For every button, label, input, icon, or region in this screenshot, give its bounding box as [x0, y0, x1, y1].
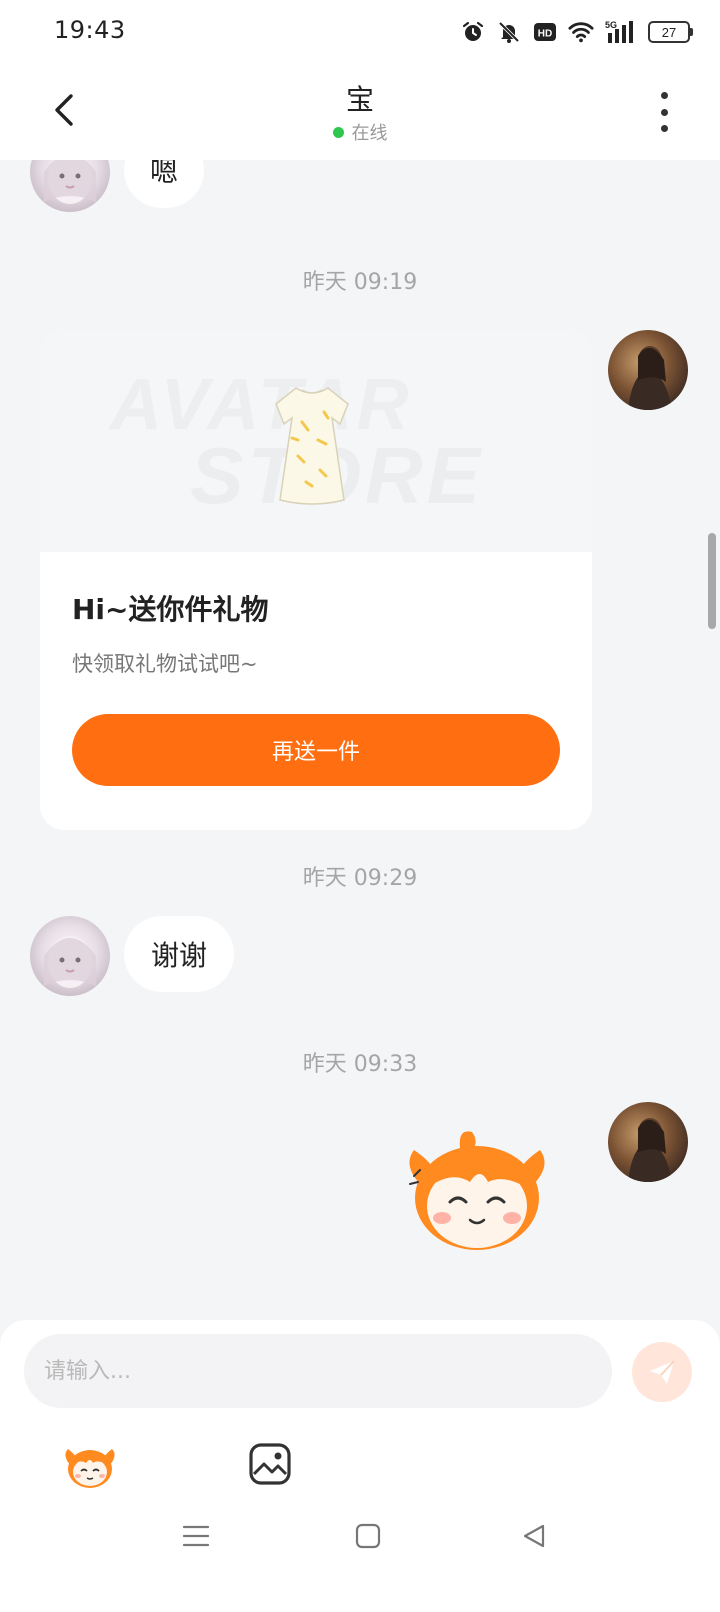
gift-subtitle: 快领取礼物试试吧~	[72, 652, 258, 676]
gift-card[interactable]: AVATAR STORE Hi~送你件礼物 快领取礼物试试吧~ 再送一件	[40, 330, 592, 830]
mascot-smile-sticker[interactable]	[392, 1126, 562, 1256]
image-icon	[249, 1443, 291, 1485]
message-text: 谢谢	[150, 939, 207, 972]
battery-level: 27	[661, 24, 677, 40]
online-status-label: 在线	[351, 123, 388, 144]
more-dot-icon	[660, 92, 668, 99]
status-time: 19:43	[54, 16, 126, 44]
menu-icon	[182, 1525, 210, 1547]
dress-icon	[275, 387, 349, 505]
message-timestamp: 昨天 09:19	[302, 270, 418, 295]
send-another-gift-button[interactable]: 再送一件	[72, 714, 560, 786]
online-status: 在线	[0, 119, 720, 145]
emoji-button[interactable]	[60, 1438, 120, 1494]
message-timestamp: 昨天 09:33	[302, 1052, 418, 1077]
more-dot-icon	[660, 108, 668, 116]
back-nav-button[interactable]	[514, 1516, 554, 1556]
self-avatar[interactable]	[608, 330, 688, 410]
mute-bell-icon	[496, 19, 522, 45]
input-panel	[0, 1320, 720, 1612]
mascot-emoji-icon	[65, 1449, 115, 1488]
svg-text:5G: 5G	[605, 20, 617, 30]
back-triangle-icon	[523, 1524, 545, 1548]
status-bar: 19:43 HD 5G 27	[0, 0, 720, 64]
more-dot-icon	[660, 125, 668, 132]
chat-message-list[interactable]: 嗯 昨天 09:19 AVATAR STORE Hi~送你件礼物 快领取礼物试试…	[0, 160, 720, 1320]
alarm-icon	[460, 19, 486, 45]
gift-title: Hi~送你件礼物	[72, 593, 269, 626]
contact-name: 宝	[345, 83, 374, 116]
message-bubble-incoming[interactable]: 嗯	[124, 160, 204, 208]
contact-avatar[interactable]	[30, 916, 110, 996]
signal-5g-icon: 5G	[604, 19, 638, 45]
send-plane-icon	[650, 1360, 675, 1384]
menu-nav-button[interactable]	[176, 1516, 216, 1556]
home-square-icon	[355, 1523, 381, 1549]
send-button[interactable]	[632, 1342, 692, 1402]
image-picker-button[interactable]	[246, 1440, 294, 1488]
hd-icon: HD	[532, 19, 558, 45]
message-timestamp: 昨天 09:29	[302, 866, 418, 891]
contact-avatar[interactable]	[30, 160, 110, 212]
chat-header: 宝 在线	[0, 64, 720, 160]
home-nav-button[interactable]	[348, 1516, 388, 1556]
scrollbar-thumb[interactable]	[708, 533, 716, 629]
wifi-icon	[568, 19, 594, 45]
message-text: 嗯	[149, 160, 178, 188]
gift-image: AVATAR STORE	[40, 330, 592, 552]
svg-text:HD: HD	[538, 29, 552, 40]
more-options-button[interactable]	[654, 92, 674, 132]
online-dot-icon	[332, 127, 344, 138]
self-avatar[interactable]	[608, 1102, 688, 1182]
message-bubble-incoming[interactable]: 谢谢	[124, 916, 234, 992]
battery-indicator: 27	[648, 21, 693, 43]
message-input[interactable]	[24, 1334, 612, 1408]
status-icons: HD 5G 27	[460, 18, 693, 46]
